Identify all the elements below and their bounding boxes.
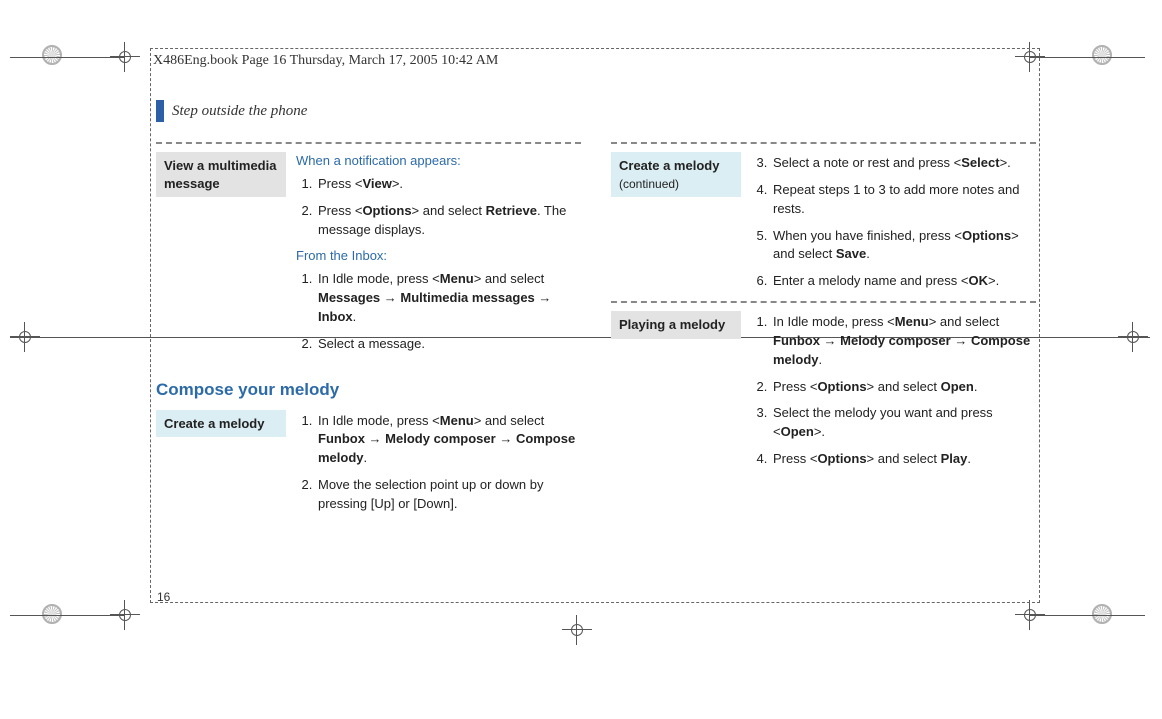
separator [611,142,1036,144]
steps-create-melody-continued: Select a note or rest and press <Select>… [751,154,1036,291]
separator [611,301,1036,303]
label-playing-melody: Playing a melody [611,311,741,339]
registration-mark [42,604,62,624]
crop-line [1030,57,1145,58]
subheading-notification: When a notification appears: [296,152,581,171]
registration-mark [1092,604,1112,624]
section-accent-bar [156,100,164,122]
step: Press <Options> and select Play. [771,450,1036,469]
registration-mark [1092,45,1112,65]
crop-line [10,57,125,58]
step: Enter a melody name and press <OK>. [771,272,1036,291]
crop-mark [562,615,592,645]
step: Repeat steps 1 to 3 to add more notes an… [771,181,1036,219]
step: In Idle mode, press <Menu> and select Fu… [771,313,1036,370]
page-number: 16 [157,590,170,604]
step: In Idle mode, press <Menu> and select Fu… [316,412,581,469]
step: In Idle mode, press <Menu> and select Me… [316,270,581,327]
left-column: View a multimedia message When a notific… [156,140,581,522]
content-playing-melody: In Idle mode, press <Menu> and select Fu… [741,311,1036,477]
right-column: Create a melody (continued) Select a not… [611,140,1036,522]
section-title: Step outside the phone [172,103,307,120]
label-create-melody-continued: Create a melody (continued) [611,152,741,197]
crop-line [1030,615,1145,616]
steps-inbox: In Idle mode, press <Menu> and select Me… [296,270,581,353]
subheading-inbox: From the Inbox: [296,247,581,266]
registration-mark [42,45,62,65]
step: Select the melody you want and press <Op… [771,404,1036,442]
steps-playing-melody: In Idle mode, press <Menu> and select Fu… [751,313,1036,469]
label-create-melody: Create a melody [156,410,286,438]
step: Press <Options> and select Retrieve. The… [316,202,581,240]
label-sub: (continued) [619,177,679,191]
steps-create-melody: In Idle mode, press <Menu> and select Fu… [296,412,581,514]
step: Press <View>. [316,175,581,194]
step: Select a message. [316,335,581,354]
content-create-melody: In Idle mode, press <Menu> and select Fu… [286,410,581,522]
step: Select a note or rest and press <Select>… [771,154,1036,173]
document-header: X486Eng.book Page 16 Thursday, March 17,… [153,53,498,69]
crop-line [10,615,125,616]
label-view-multimedia: View a multimedia message [156,152,286,197]
steps-notification: Press <View>. Press <Options> and select… [296,175,581,240]
heading-compose-melody: Compose your melody [156,380,581,400]
separator [156,142,581,144]
step: When you have finished, press <Options> … [771,227,1036,265]
label-text: Create a melody [619,158,719,173]
step: Press <Options> and select Open. [771,378,1036,397]
content-create-melody-continued: Select a note or rest and press <Select>… [741,152,1036,299]
content-view-multimedia: When a notification appears: Press <View… [286,152,581,362]
step: Move the selection point up or down by p… [316,476,581,514]
